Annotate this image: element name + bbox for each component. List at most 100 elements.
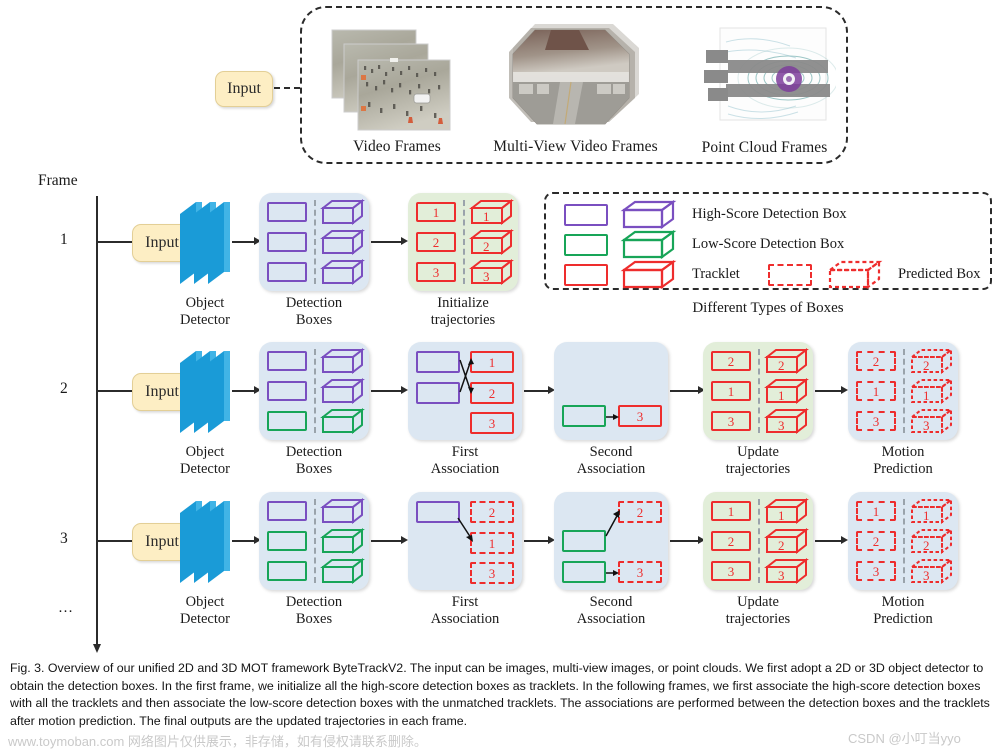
row3-fa-link-arrow xyxy=(457,517,473,542)
top-input-pill[interactable]: Input xyxy=(215,71,273,107)
row2-arrow-update-motion xyxy=(815,390,843,392)
video-frames-stack-icon xyxy=(330,28,464,134)
row3-fa-track-box-1: 1 xyxy=(470,532,514,554)
row3-second-association-caption: Second Association xyxy=(576,594,646,628)
row2-mot-3d-box-1: 2 xyxy=(909,347,956,375)
row1-init-2d-box-1: 1 xyxy=(416,202,456,222)
row2-fa-track-id-3: 3 xyxy=(488,415,496,431)
figure-root: Input Video Frames Multi-View Video Fram… xyxy=(0,0,1000,755)
row1-init-2d-box-2: 2 xyxy=(416,232,456,252)
row3-arrowhead-6 xyxy=(841,536,848,544)
row2-arrow-first-second xyxy=(524,390,550,392)
row2-fa-cross-links xyxy=(459,358,474,394)
row3-sa-link-arrow-up xyxy=(605,510,620,537)
point-cloud-frames-caption: Point Cloud Frames xyxy=(701,139,828,156)
input-source-dashed-connector xyxy=(274,87,300,89)
row2-mot-3d-id-2: 1 xyxy=(923,388,930,403)
row1-det-2d-box-3 xyxy=(267,262,307,282)
row3-sa-track-id-1: 2 xyxy=(636,504,644,520)
row3-motion-panel: 1 2 3 1 2 3 xyxy=(848,492,958,590)
row2-upd-2d-id-1: 2 xyxy=(727,353,735,369)
legend-2d-box-low-score xyxy=(564,234,608,256)
row1-init-3d-box-1: 1 xyxy=(469,198,516,226)
row3-upd-3d-box-1: 1 xyxy=(764,497,811,525)
row2-fa-track-id-2: 2 xyxy=(488,385,496,401)
row3-fa-track-box-2: 2 xyxy=(470,501,514,523)
row2-mot-3d-id-3: 3 xyxy=(923,418,930,433)
row1-arrow-boxes-init xyxy=(371,241,403,243)
row2-second-association-panel: 3 xyxy=(554,342,668,440)
row2-upd-3d-id-1: 2 xyxy=(778,358,785,373)
row2-fa-det-box-2 xyxy=(416,382,460,404)
row2-arrowhead-3 xyxy=(401,386,408,394)
row2-fa-track-box-2: 2 xyxy=(470,382,514,404)
row3-fa-track-id-1: 2 xyxy=(488,504,496,520)
row2-det-2d-box-2 xyxy=(267,381,307,401)
row1-detector-caption: Object Detector xyxy=(180,295,230,329)
row3-motion-caption: Motion Prediction xyxy=(873,594,933,628)
row1-init-3d-box-2: 2 xyxy=(469,228,516,256)
row2-mot-3d-box-2: 1 xyxy=(909,377,956,405)
row2-update-caption: Update trajectories xyxy=(725,444,791,478)
row2-arrow-second-update xyxy=(670,390,700,392)
row1-det-2d-box-2 xyxy=(267,232,307,252)
row3-upd-2d-id-2: 2 xyxy=(727,533,735,549)
legend-3d-box-predicted xyxy=(826,259,886,290)
point-cloud-frames-item: Point Cloud Frames xyxy=(690,26,840,156)
row3-upd-2d-id-1: 1 xyxy=(727,503,735,519)
row3-detection-divider xyxy=(314,499,316,583)
row1-init-2d-id-3: 3 xyxy=(432,264,440,280)
point-cloud-frames-stack-icon xyxy=(696,26,839,136)
row1-init-3d-box-3: 3 xyxy=(469,258,516,286)
row2-motion-caption: Motion Prediction xyxy=(873,444,933,478)
row3-mot-2d-id-2: 2 xyxy=(872,533,880,549)
row2-fa-det-box-1 xyxy=(416,351,460,373)
row2-detector-caption: Object Detector xyxy=(180,444,230,478)
row3-upd-2d-box-2: 2 xyxy=(711,531,751,551)
row3-mot-3d-box-1: 1 xyxy=(909,497,956,525)
row2-sa-det-box-1 xyxy=(562,405,606,427)
row3-arrow-update-motion xyxy=(815,540,843,542)
row2-upd-2d-id-2: 1 xyxy=(727,383,735,399)
row3-first-association-caption: First Association xyxy=(430,594,500,628)
row2-upd-3d-box-2: 1 xyxy=(764,377,811,405)
row2-motion-panel: 2 1 3 2 1 3 xyxy=(848,342,958,440)
row3-arrowhead-3 xyxy=(401,536,408,544)
row3-detection-boxes-panel xyxy=(259,492,369,590)
top-input-label: Input xyxy=(227,80,261,97)
row2-fa-track-id-1: 1 xyxy=(488,354,496,370)
row3-det-2d-box-3 xyxy=(267,561,307,581)
legend-3d-box-tracklet xyxy=(620,259,680,290)
legend-2d-box-high-score xyxy=(564,204,608,226)
row1-axis-connector xyxy=(96,241,132,243)
row1-detection-boxes-panel xyxy=(259,193,369,291)
row1-object-detector-icon xyxy=(174,196,236,297)
row1-initialize-panel: 1 2 3 1 2 3 xyxy=(408,193,518,291)
row3-fa-det-box-1 xyxy=(416,501,460,523)
row2-mot-3d-id-1: 2 xyxy=(923,358,930,373)
row3-motion-divider xyxy=(903,499,905,583)
row3-arrow-second-update xyxy=(670,540,700,542)
row3-det-3d-box-1 xyxy=(320,497,367,525)
row3-sa-track-box-2: 2 xyxy=(618,501,662,523)
row2-upd-2d-box-3: 3 xyxy=(711,411,751,431)
row3-sa-track-id-2: 3 xyxy=(636,564,644,580)
row3-update-caption: Update trajectories xyxy=(725,594,791,628)
row2-sa-track-id-3: 3 xyxy=(636,408,644,424)
row3-mot-3d-id-3: 3 xyxy=(923,568,930,583)
row3-upd-3d-id-3: 3 xyxy=(778,568,785,583)
row2-upd-3d-box-3: 3 xyxy=(764,407,811,435)
row2-update-panel: 2 1 3 2 1 3 xyxy=(703,342,813,440)
row2-motion-divider xyxy=(903,349,905,433)
watermark-left: www.toymoban.com 网络图片仅供展示，非存储，如有侵权请联系删除。 xyxy=(8,734,427,749)
row3-detection-caption: Detection Boxes xyxy=(285,594,343,628)
row3-upd-2d-box-3: 3 xyxy=(711,561,751,581)
row3-upd-2d-id-3: 3 xyxy=(727,563,735,579)
row2-mot-2d-id-3: 3 xyxy=(872,413,880,429)
legend-3d-box-high-score xyxy=(620,199,680,230)
row3-upd-3d-box-2: 2 xyxy=(764,527,811,555)
row2-detection-caption: Detection Boxes xyxy=(285,444,343,478)
row2-fa-track-box-1: 1 xyxy=(470,351,514,373)
row1-detection-divider xyxy=(314,200,316,284)
row3-sa-track-box-3: 3 xyxy=(618,561,662,583)
